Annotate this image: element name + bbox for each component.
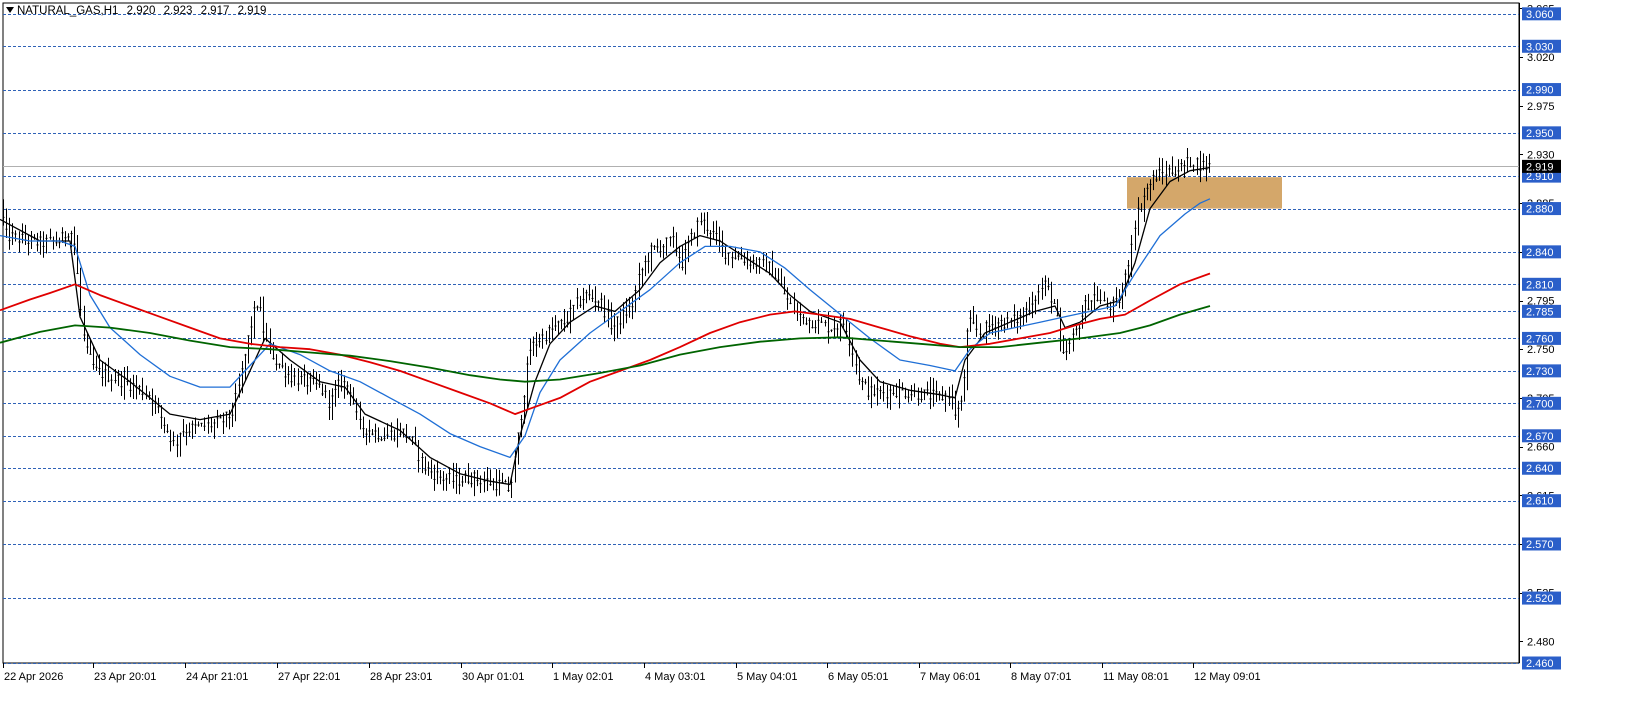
level-label: 2.810: [1526, 279, 1554, 291]
level-label: 2.610: [1526, 496, 1554, 508]
close-price: 2.919: [237, 5, 267, 17]
price-chart[interactable]: 3.0653.0202.9752.9302.8852.8402.7952.750…: [0, 0, 1641, 719]
x-tick-label: 30 Apr 01:01: [462, 671, 524, 683]
x-tick-label: 5 May 04:01: [737, 671, 798, 683]
level-label: 2.460: [1526, 658, 1554, 670]
x-tick-label: 11 May 08:01: [1103, 671, 1169, 683]
low-price: 2.917: [200, 5, 230, 17]
level-label: 2.570: [1526, 539, 1554, 551]
current-price-label: 2.919: [1526, 161, 1554, 173]
symbol-timeframe: NATURAL_GAS,H1: [17, 5, 119, 17]
ma-mid-line: [0, 198, 1211, 459]
chart-area[interactable]: 3.0653.0202.9752.9302.8852.8402.7952.750…: [0, 0, 1641, 719]
level-label: 3.060: [1526, 9, 1554, 21]
level-label: 2.840: [1526, 247, 1554, 259]
level-label: 2.520: [1526, 593, 1554, 605]
chart-title: NATURAL_GAS,H1 2.920 2.923 2.917 2.919: [6, 5, 271, 17]
level-label: 2.760: [1526, 333, 1554, 345]
x-tick-label: 6 May 05:01: [828, 671, 889, 683]
level-label: 2.785: [1526, 306, 1554, 318]
high-price: 2.923: [163, 5, 193, 17]
level-label: 3.030: [1526, 41, 1554, 53]
y-tick-label: 2.750: [1527, 344, 1555, 356]
x-tick-label: 27 Apr 22:01: [278, 671, 340, 683]
y-tick-label: 2.660: [1527, 442, 1555, 454]
x-tick-label: 28 Apr 23:01: [370, 671, 432, 683]
x-tick-label: 4 May 03:01: [645, 671, 706, 683]
x-tick-label: 22 Apr 2026: [4, 671, 63, 683]
y-tick-label: 2.480: [1527, 636, 1555, 648]
y-tick-label: 2.930: [1527, 149, 1555, 161]
candles: [2, 147, 1211, 498]
level-label: 2.880: [1526, 204, 1554, 216]
x-tick-label: 23 Apr 20:01: [94, 671, 156, 683]
level-label: 2.990: [1526, 85, 1554, 97]
level-label: 2.640: [1526, 463, 1554, 475]
plot-frame: [2, 2, 1520, 664]
x-tick-label: 12 May 09:01: [1194, 671, 1261, 683]
open-price: 2.920: [126, 5, 156, 17]
y-tick-label: 2.975: [1527, 101, 1555, 113]
x-tick-label: 7 May 06:01: [920, 671, 981, 683]
level-label: 2.730: [1526, 366, 1554, 378]
level-label: 2.950: [1526, 128, 1554, 140]
y-tick-label: 3.020: [1527, 52, 1555, 64]
level-label: 2.670: [1526, 431, 1554, 443]
x-tick-label: 24 Apr 21:01: [186, 671, 248, 683]
x-tick-label: 1 May 02:01: [553, 671, 614, 683]
dropdown-triangle-icon[interactable]: [6, 7, 14, 13]
level-label: 2.700: [1526, 398, 1554, 410]
x-tick-label: 8 May 07:01: [1011, 671, 1072, 683]
